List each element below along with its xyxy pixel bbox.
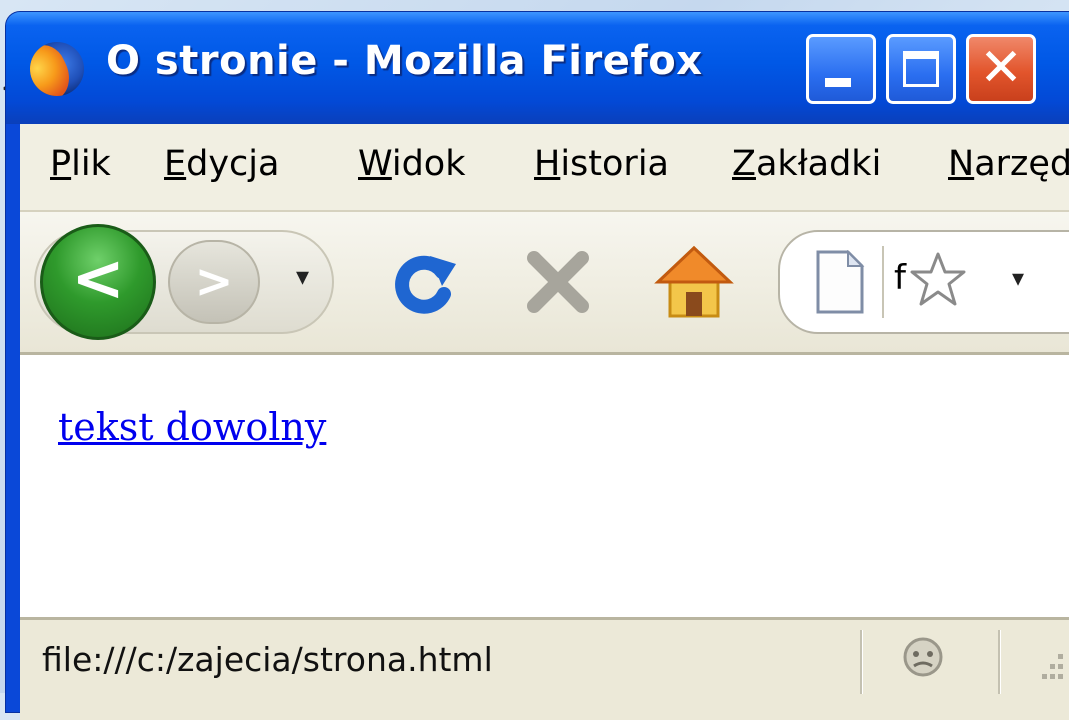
title-bar[interactable]: O stronie - Mozilla Firefox ✕ <box>6 12 1069 124</box>
status-separator <box>860 630 862 694</box>
window-client: Plik Edycja Widok Historia Zakładki Narz… <box>20 124 1069 720</box>
stop-icon[interactable] <box>520 242 596 322</box>
history-dropdown-icon[interactable]: ▾ <box>296 262 309 292</box>
menu-widok[interactable]: Widok <box>358 144 465 184</box>
page-icon <box>816 250 865 314</box>
menu-narzedzia[interactable]: Narzęd <box>948 144 1069 184</box>
menu-edycja[interactable]: Edycja <box>164 144 279 184</box>
url-divider <box>882 246 884 318</box>
back-arrow-icon: < <box>71 242 125 316</box>
addon-face-icon[interactable] <box>900 634 946 680</box>
back-button[interactable]: < <box>40 224 156 340</box>
forward-button[interactable]: > <box>168 240 260 324</box>
url-input[interactable]: f <box>894 258 906 298</box>
maximize-icon <box>903 51 939 87</box>
reload-icon[interactable] <box>390 242 460 322</box>
menu-plik[interactable]: Plik <box>50 144 111 184</box>
bookmark-star-icon[interactable] <box>908 250 968 310</box>
minimize-button[interactable] <box>806 34 876 104</box>
status-bar: file:///c:/zajecia/strona.html <box>20 617 1069 720</box>
forward-arrow-icon: > <box>194 254 234 308</box>
home-icon[interactable] <box>654 242 734 322</box>
resize-grip-icon[interactable] <box>1038 648 1068 688</box>
status-text: file:///c:/zajecia/strona.html <box>42 640 493 679</box>
browser-window: O stronie - Mozilla Firefox ✕ Plik Edycj… <box>6 12 1069 720</box>
menu-zakladki[interactable]: Zakładki <box>732 144 881 184</box>
navigation-toolbar: < > ▾ f ▾ <box>20 212 1069 355</box>
page-content: tekst dowolny <box>20 355 1069 617</box>
url-dropdown-icon[interactable]: ▾ <box>1012 264 1024 292</box>
firefox-icon[interactable] <box>30 42 84 96</box>
url-bar[interactable]: f ▾ <box>778 230 1069 334</box>
window-title: O stronie - Mozilla Firefox <box>106 38 703 84</box>
page-link[interactable]: tekst dowolny <box>58 405 326 449</box>
menu-bar: Plik Edycja Widok Historia Zakładki Narz… <box>20 124 1069 212</box>
maximize-button[interactable] <box>886 34 956 104</box>
close-button[interactable]: ✕ <box>966 34 1036 104</box>
close-icon: ✕ <box>979 38 1023 98</box>
minimize-icon <box>825 78 851 87</box>
status-separator <box>998 630 1000 694</box>
menu-historia[interactable]: Historia <box>534 144 669 184</box>
